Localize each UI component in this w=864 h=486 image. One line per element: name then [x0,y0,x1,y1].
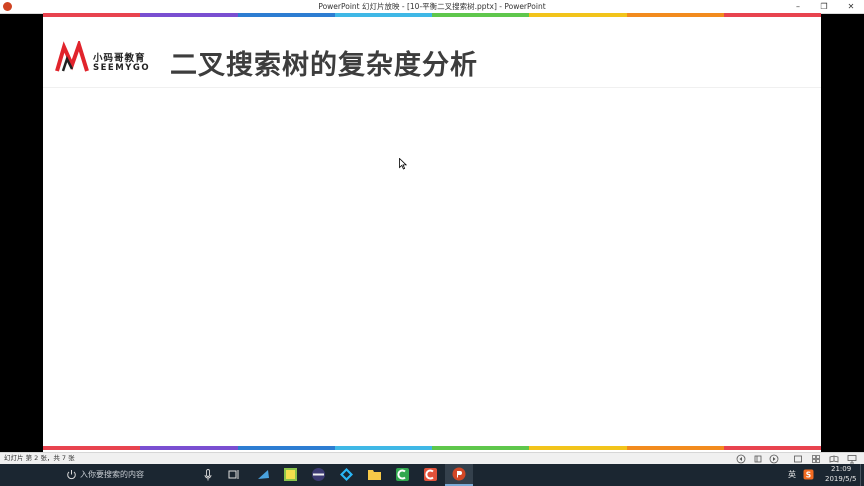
previous-slide-icon[interactable] [736,454,746,464]
show-desktop-button[interactable] [860,464,864,486]
powerpoint-taskbar-button[interactable] [445,464,473,486]
rainbow-segment [140,446,238,450]
logo-chinese-text: 小码哥教育 [93,53,146,64]
logo-english-text: SEEMYGO [93,63,151,73]
microphone-icon[interactable] [204,469,212,481]
diamond-app-icon[interactable] [339,467,354,482]
normal-view-icon[interactable] [793,454,803,464]
rainbow-segment [529,13,627,17]
rainbow-segment [529,446,627,450]
rainbow-segment [237,446,335,450]
svg-text:S: S [806,470,811,479]
rainbow-segment [334,13,432,17]
clock-time[interactable]: 21:09 [831,465,851,473]
slide-menu-icon[interactable] [753,454,763,464]
sticky-app-icon[interactable] [283,467,298,482]
slideshow-view-icon[interactable] [847,454,857,464]
powerpoint-icon [452,467,466,481]
reading-view-icon[interactable] [829,454,839,464]
window-title: PowerPoint 幻灯片放映 - [10-平衡二叉搜索树.pptx] - P… [318,2,546,11]
camtasia-icon[interactable] [395,467,410,482]
next-slide-icon[interactable] [769,454,779,464]
clock-date[interactable]: 2019/5/5 [825,475,856,483]
rainbow-segment [237,13,335,17]
windows-taskbar: 入你要搜索的内容 英 S 21:09 2019/5/5 [0,464,864,486]
close-button[interactable]: ✕ [838,0,864,13]
rainbow-segment [626,446,724,450]
rainbow-segment [723,446,821,450]
restore-button[interactable]: ❐ [811,0,837,13]
power-icon[interactable] [66,469,77,480]
slide-sorter-icon[interactable] [811,454,821,464]
rainbow-segment [334,446,432,450]
bottom-rainbow-bar [43,446,821,450]
slide-canvas[interactable]: 小码哥教育 SEEMYGO 二叉搜索树的复杂度分析 [43,13,821,452]
slide-count-text: 幻灯片 第 2 张，共 7 张 [4,454,75,462]
slide-title: 二叉搜索树的复杂度分析 [170,50,478,81]
rainbow-segment [43,446,141,450]
top-rainbow-bar [43,13,821,17]
sogou-input-icon[interactable]: S [803,469,814,480]
rainbow-segment [626,13,724,17]
taskbar-search-input[interactable]: 入你要搜索的内容 [80,464,144,486]
header-divider [43,87,821,88]
rainbow-segment [140,13,238,17]
rainbow-segment [723,13,821,17]
minimize-button[interactable]: – [785,0,811,13]
eclipse-icon[interactable] [311,467,326,482]
rainbow-segment [43,13,141,17]
title-bar: PowerPoint 幻灯片放映 - [10-平衡二叉搜索树.pptx] - P… [0,0,864,14]
rainbow-segment [432,446,530,450]
file-explorer-icon[interactable] [367,467,382,482]
rainbow-segment [432,13,530,17]
mouse-cursor-icon [399,158,407,170]
task-view-icon[interactable] [227,467,242,482]
ime-indicator[interactable]: 英 [788,469,796,480]
recorder-app-icon[interactable] [423,467,438,482]
system-app-icon[interactable] [256,467,271,482]
